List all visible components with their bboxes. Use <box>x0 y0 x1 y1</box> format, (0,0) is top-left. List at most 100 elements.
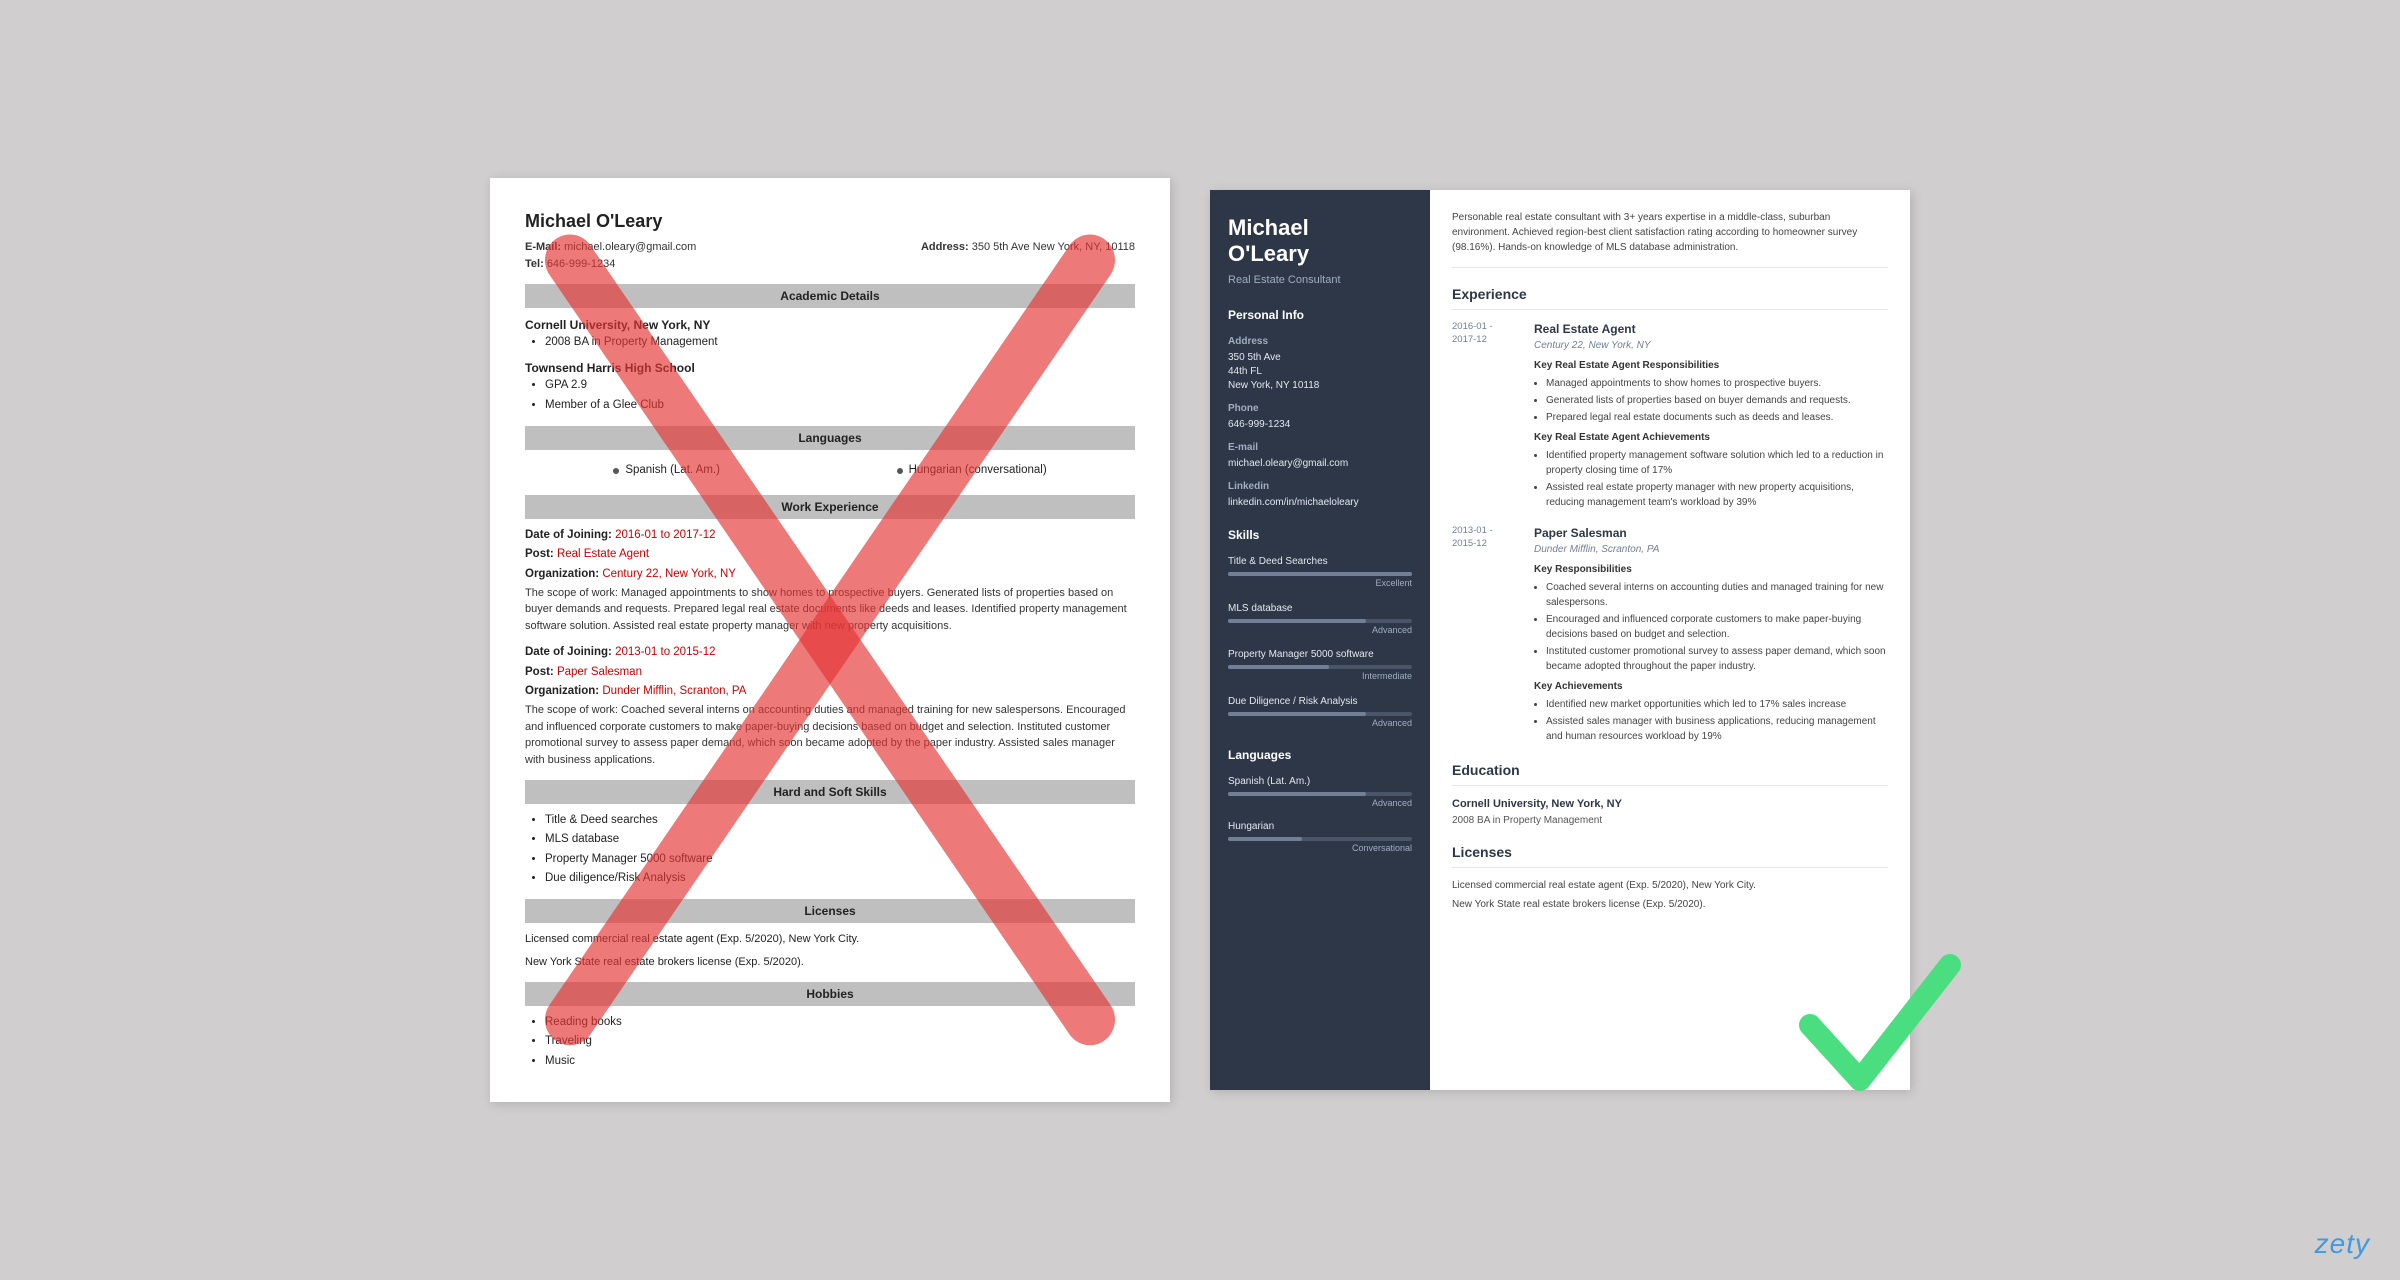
edu-entry-cornell: Cornell University, New York, NY 2008 BA… <box>525 316 1135 351</box>
hobbies-list: Reading books Traveling Music <box>545 1014 1135 1070</box>
skill-level-2: Intermediate <box>1228 670 1412 684</box>
main-summary: Personable real estate consultant with 3… <box>1452 210 1888 268</box>
left-address: Address: 350 5th Ave New York, NY, 10118 <box>921 239 1135 272</box>
exp-company-0: Century 22, New York, NY <box>1534 338 1888 353</box>
skill-name-3: Due Diligence / Risk Analysis <box>1228 694 1412 709</box>
skill-level-0: Excellent <box>1228 577 1412 591</box>
work-header: Work Experience <box>525 495 1135 519</box>
sidebar-name: MichaelO'Leary <box>1228 215 1412 268</box>
lang-bar-fill-1 <box>1228 837 1302 841</box>
right-container: MichaelO'Leary Real Estate Consultant Pe… <box>1210 190 1910 1090</box>
skill-bar-bg-3 <box>1228 712 1412 716</box>
lang-name-1: Hungarian <box>1228 819 1412 834</box>
post-label-1: Post: <box>525 548 554 560</box>
exp-resp-title-1: Key Responsibilities <box>1534 562 1888 577</box>
cornell-school: Cornell University, New York, NY <box>525 316 1135 334</box>
exp-resp-1-1: Encouraged and influenced corporate cust… <box>1546 612 1888 642</box>
exp-ach-title-1: Key Achievements <box>1534 679 1888 694</box>
exp-ach-0-0: Identified property management software … <box>1546 448 1888 478</box>
exp-ach-list-0: Identified property management software … <box>1546 448 1888 510</box>
org-val-1: Century 22, New York, NY <box>602 568 736 580</box>
resume-right: MichaelO'Leary Real Estate Consultant Pe… <box>1210 190 1910 1090</box>
skill-name-1: MLS database <box>1228 601 1412 616</box>
education-title: Education <box>1452 760 1888 786</box>
hobbies-header: Hobbies <box>525 982 1135 1006</box>
org-label-1: Organization: <box>525 568 599 580</box>
exp-resp-list-1: Coached several interns on accounting du… <box>1546 580 1888 674</box>
lang-item-1: Hungarian Conversational <box>1228 819 1412 856</box>
hobby-3: Music <box>545 1053 1135 1070</box>
org-label-2: Organization: <box>525 685 599 697</box>
work-org-2: Organization: Dunder Mifflin, Scranton, … <box>525 683 1135 700</box>
skill-item-0: Title & Deed Searches Excellent <box>1228 554 1412 591</box>
address-value: 350 5th Ave44th FLNew York, NY 10118 <box>1228 351 1412 393</box>
exp-title-1: Paper Salesman <box>1534 524 1888 542</box>
work-entry-2: Date of Joining: 2013-01 to 2015-12 Post… <box>525 644 1135 768</box>
cornell-items: 2008 BA in Property Management <box>545 334 1135 351</box>
experience-title: Experience <box>1452 284 1888 310</box>
license-right-0: Licensed commercial real estate agent (E… <box>1452 878 1888 893</box>
exp-content-0: Real Estate Agent Century 22, New York, … <box>1534 320 1888 512</box>
exp-entry-0: 2016-01 - 2017-12 Real Estate Agent Cent… <box>1452 320 1888 512</box>
date-label-2: Date of Joining: <box>525 646 612 658</box>
lang-bar-fill-0 <box>1228 792 1366 796</box>
post-val-1: Real Estate Agent <box>557 548 649 560</box>
left-tel: Tel: 646-999-1234 <box>525 256 696 273</box>
lang-dot-hungarian <box>897 468 903 474</box>
phone-label: Phone <box>1228 401 1412 416</box>
skills-header: Hard and Soft Skills <box>525 780 1135 804</box>
exp-ach-0-1: Assisted real estate property manager wi… <box>1546 480 1888 510</box>
licenses-title: Licenses <box>1452 842 1888 868</box>
exp-resp-1-2: Instituted customer promotional survey t… <box>1546 644 1888 674</box>
skill-name-2: Property Manager 5000 software <box>1228 647 1412 662</box>
harris-school: Townsend Harris High School <box>525 359 1135 377</box>
harris-club: Member of a Glee Club <box>545 397 1135 414</box>
license-1: Licensed commercial real estate agent (E… <box>525 931 1135 948</box>
edu-school-0: Cornell University, New York, NY <box>1452 796 1888 813</box>
skill-item-3: Due Diligence / Risk Analysis Advanced <box>1228 694 1412 731</box>
cornell-degree: 2008 BA in Property Management <box>545 334 1135 351</box>
personal-info-title: Personal Info <box>1228 306 1412 324</box>
exp-company-1: Dunder Mifflin, Scranton, PA <box>1534 542 1888 557</box>
address-label: Address: <box>921 241 969 253</box>
edu-entry-harris: Townsend Harris High School GPA 2.9 Memb… <box>525 359 1135 414</box>
date-val-1: 2016-01 to 2017-12 <box>615 529 715 541</box>
harris-items: GPA 2.9 Member of a Glee Club <box>545 377 1135 414</box>
lang-dot-spanish <box>613 468 619 474</box>
exp-content-1: Paper Salesman Dunder Mifflin, Scranton,… <box>1534 524 1888 746</box>
skill-item-1: MLS database Advanced <box>1228 601 1412 638</box>
lang-spanish: Spanish (Lat. Am.) <box>613 462 720 479</box>
email-value: michael.oleary@gmail.com <box>1228 457 1412 471</box>
skill-2: MLS database <box>545 831 1135 848</box>
edu-degree-0: 2008 BA in Property Management <box>1452 813 1888 828</box>
org-val-2: Dunder Mifflin, Scranton, PA <box>602 685 746 697</box>
work-entry-1: Date of Joining: 2016-01 to 2017-12 Post… <box>525 527 1135 634</box>
licenses-header: Licenses <box>525 899 1135 923</box>
exp-resp-1-0: Coached several interns on accounting du… <box>1546 580 1888 610</box>
license-right-1: New York State real estate brokers licen… <box>1452 897 1888 912</box>
left-contact-row: E-Mail: michael.oleary@gmail.com Tel: 64… <box>525 239 1135 272</box>
hobby-1: Reading books <box>545 1014 1135 1031</box>
exp-resp-0-0: Managed appointments to show homes to pr… <box>1546 376 1888 391</box>
exp-ach-1-0: Identified new market opportunities whic… <box>1546 697 1888 712</box>
skill-bar-fill-2 <box>1228 665 1329 669</box>
skills-section-title: Skills <box>1228 526 1412 544</box>
exp-dates-1: 2013-01 - 2015-12 <box>1452 524 1522 746</box>
resume-main: Personable real estate consultant with 3… <box>1430 190 1910 1090</box>
skill-bar-fill-1 <box>1228 619 1366 623</box>
exp-resp-0-2: Prepared legal real estate documents suc… <box>1546 410 1888 425</box>
skill-level-1: Advanced <box>1228 624 1412 638</box>
skill-1: Title & Deed searches <box>545 812 1135 829</box>
skill-bar-bg-0 <box>1228 572 1412 576</box>
academic-header: Academic Details <box>525 284 1135 308</box>
lang-bar-bg-1 <box>1228 837 1412 841</box>
resume-sidebar: MichaelO'Leary Real Estate Consultant Pe… <box>1210 190 1430 1090</box>
languages-header: Languages <box>525 426 1135 450</box>
lang-bar-bg-0 <box>1228 792 1412 796</box>
harris-gpa: GPA 2.9 <box>545 377 1135 394</box>
skill-name-0: Title & Deed Searches <box>1228 554 1412 569</box>
left-name: Michael O'Leary <box>525 208 1135 235</box>
lang-hungarian: Hungarian (conversational) <box>897 462 1047 479</box>
skill-bar-bg-1 <box>1228 619 1412 623</box>
work-org-1: Organization: Century 22, New York, NY <box>525 566 1135 583</box>
